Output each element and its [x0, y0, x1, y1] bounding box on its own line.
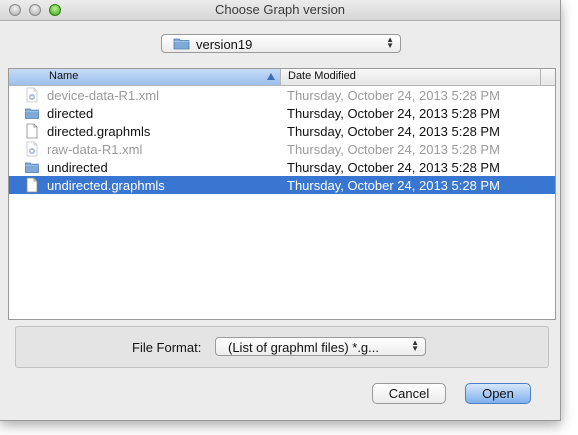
folder-icon: [25, 159, 39, 175]
open-button[interactable]: Open: [465, 383, 531, 404]
title-bar[interactable]: Choose Graph version: [0, 0, 560, 21]
xml-file-icon: [25, 141, 39, 157]
choose-graph-dialog: Choose Graph version version19 ▲ ▼ Name D…: [0, 0, 561, 421]
column-date-header[interactable]: Date Modified: [288, 70, 356, 82]
xml-file-icon: [25, 87, 39, 103]
file-format-panel: File Format: (List of graphml files) *.g…: [15, 326, 549, 368]
document-icon: [25, 177, 39, 193]
file-date-modified: Thursday, October 24, 2013 5:28 PM: [287, 124, 500, 139]
column-name-header[interactable]: Name: [9, 69, 281, 85]
file-row[interactable]: undirected Thursday, October 24, 2013 5:2…: [9, 158, 555, 176]
file-name: raw-data-R1.xml: [47, 142, 143, 157]
folder-icon: [173, 38, 190, 50]
file-date-modified: Thursday, October 24, 2013 5:28 PM: [287, 142, 500, 157]
file-name: undirected.graphmls: [47, 178, 165, 193]
popup-chevrons-icon: ▲ ▼: [386, 35, 394, 50]
file-row: device-data-R1.xml Thursday, October 24, …: [9, 86, 555, 104]
file-name: undirected: [47, 160, 108, 175]
folder-icon: [25, 105, 39, 121]
file-row[interactable]: directed Thursday, October 24, 2013 5:28 …: [9, 104, 555, 122]
file-date-modified: Thursday, October 24, 2013 5:28 PM: [287, 88, 500, 103]
column-divider: [540, 69, 541, 85]
file-date-modified: Thursday, October 24, 2013 5:28 PM: [287, 106, 500, 121]
file-name: device-data-R1.xml: [47, 88, 159, 103]
file-row[interactable]: directed.graphmls Thursday, October 24, 2…: [9, 122, 555, 140]
file-name: directed.graphmls: [47, 124, 151, 139]
sort-ascending-icon: [267, 73, 275, 80]
location-label: version19: [196, 37, 253, 52]
file-row[interactable]: undirected.graphmls Thursday, October 24,…: [9, 176, 555, 194]
document-icon: [25, 123, 39, 139]
file-date-modified: Thursday, October 24, 2013 5:28 PM: [287, 178, 500, 193]
file-row: raw-data-R1.xml Thursday, October 24, 201…: [9, 140, 555, 158]
column-name-label: Name: [49, 70, 79, 82]
file-format-label: File Format:: [132, 340, 202, 355]
file-format-popup[interactable]: (List of graphml files) *.g... ▲ ▼: [215, 337, 426, 356]
window-title: Choose Graph version: [214, 2, 346, 17]
file-date-modified: Thursday, October 24, 2013 5:28 PM: [287, 160, 500, 175]
cancel-button[interactable]: Cancel: [372, 383, 446, 404]
column-header: Name Date Modified: [9, 69, 555, 86]
popup-chevrons-icon: ▲ ▼: [411, 338, 419, 353]
file-browser[interactable]: Name Date Modified device-data-R1.xml Thu…: [8, 68, 556, 320]
location-popup[interactable]: version19 ▲ ▼: [161, 34, 401, 53]
file-format-value: (List of graphml files) *.g...: [228, 340, 379, 355]
file-name: directed: [47, 106, 94, 121]
